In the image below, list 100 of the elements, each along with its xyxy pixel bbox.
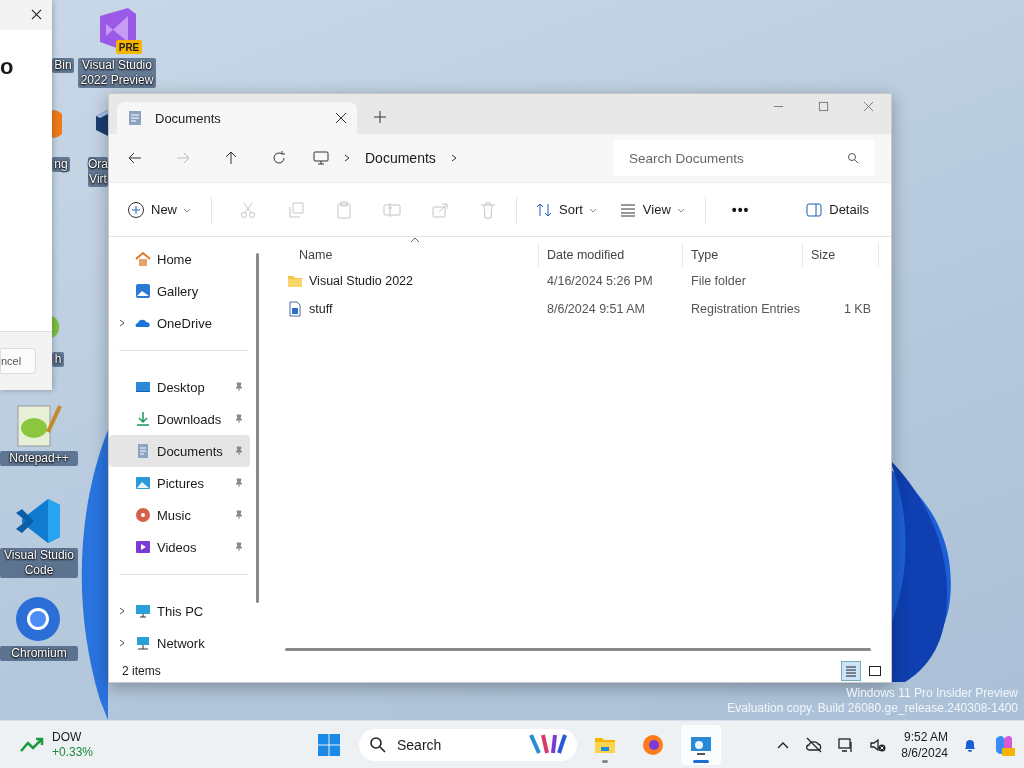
forward-arrow-icon[interactable] [175,150,191,166]
stock-widget[interactable]: DOW +0.33% [14,730,126,760]
music-icon [135,507,151,523]
size-cell: 1 KB [843,302,871,316]
address-bar[interactable]: Documents [309,140,601,176]
clock[interactable]: 9:52 AM 8/6/2024 [901,729,948,761]
speaker-muted-icon[interactable] [869,736,888,754]
downloads-icon [135,411,151,427]
up-arrow-icon[interactable] [223,150,239,166]
desktop-icon-label[interactable]: Chromium [0,646,78,661]
pin-icon[interactable] [234,478,244,488]
remote-desktop-taskbar-button[interactable] [681,725,721,765]
search-icon [847,152,859,164]
panel-icon [805,200,824,219]
tab-label: Documents [155,110,222,126]
fox-globe-icon [641,733,665,757]
scrollbar[interactable] [285,648,871,651]
desktop-icon-label[interactable]: Visual Studio 2022 Preview [78,58,156,88]
refresh-icon[interactable] [271,150,287,166]
desktop-icon-label[interactable]: Notepad++ [0,451,78,466]
search-icon [369,736,387,754]
view-button[interactable]: View [612,194,691,225]
videos-icon [135,539,151,555]
desktop-icon-label[interactable]: Ora Virt [88,157,108,187]
sidebar-item[interactable]: Documents [109,435,250,467]
maximize-icon[interactable] [818,101,829,112]
type-cell-text: Registration Entries [690,302,802,316]
paintbrushes-icon [527,733,567,757]
close-icon[interactable] [335,112,347,124]
sort-caret-icon[interactable] [410,237,420,243]
desktop-icon-label[interactable]: Visual Studio Code [0,548,78,578]
preview-label: PRE [118,42,140,53]
pin-icon[interactable] [234,510,244,520]
file-name: Visual Studio 2022 [309,274,414,288]
file-name: stuff [309,302,333,316]
scrollbar[interactable] [256,253,259,603]
breadcrumb-item[interactable]: Documents [365,150,436,166]
sidebar-item[interactable]: Videos [109,531,250,563]
bell-icon[interactable] [962,737,978,753]
app-icon[interactable] [52,108,62,140]
column-header[interactable]: Name [277,243,539,267]
sort-button[interactable]: Sort [529,194,603,225]
column-header[interactable]: Date modified [539,243,683,267]
start-icon[interactable] [317,733,341,757]
trend-up-icon [20,737,44,753]
browser-circle-icon[interactable] [14,595,62,643]
chevron-icon[interactable] [343,154,351,162]
taskbar-search[interactable]: Search [359,729,577,761]
more-button[interactable]: ••• [725,195,756,224]
search-field[interactable]: Search Documents [613,140,875,176]
notepad-pencil-icon[interactable] [14,402,62,450]
sidebar-item[interactable]: This PC [109,595,250,627]
plus-circle-icon [127,200,145,219]
desktop-icon-label[interactable]: ng [52,157,70,172]
sidebar-item[interactable]: Home [109,243,250,275]
sidebar-item[interactable]: Desktop [109,371,250,403]
close-icon[interactable] [31,9,42,20]
dialog-heading: o [0,54,15,81]
network-icon [135,635,151,651]
documents-icon [135,443,151,459]
evaluation-watermark-text: Evaluation copy. Build 26080.ge_release.240308-1400 [727,701,1018,716]
gallery-icon [135,283,151,299]
code-editor-icon[interactable] [14,497,62,545]
date-cell-text: 8/6/2024 9:51 AM [546,302,646,316]
sidebar-item[interactable]: Pictures [109,467,250,499]
column-header[interactable]: Type [683,243,803,267]
pin-icon[interactable] [234,542,244,552]
file-row[interactable]: Visual Studio 2022 4/16/2024 5:26 PM File folder [277,267,891,295]
desktop-icon-label[interactable]: Bin [52,58,74,73]
list-icon [844,663,858,678]
details-button[interactable]: Details [799,194,875,225]
details-view-button[interactable] [841,660,861,681]
expand-chevron-icon[interactable] [118,319,126,327]
pin-icon[interactable] [234,446,244,456]
plus-icon[interactable] [373,110,387,124]
sidebar-item[interactable]: OneDrive [109,307,250,339]
new-button[interactable]: New [121,194,197,225]
back-arrow-icon[interactable] [127,150,143,166]
sidebar-item[interactable]: Downloads [109,403,250,435]
chevron-icon[interactable] [449,154,458,162]
sidebar-item[interactable]: Music [109,499,250,531]
pin-icon[interactable] [234,414,244,424]
desktop-icon-label[interactable]: h [52,352,64,367]
column-header[interactable]: Size [803,243,879,267]
cloud-off-icon[interactable] [805,736,824,754]
home-icon [135,251,151,267]
expand-chevron-icon[interactable] [118,639,126,647]
item-count: 2 items [122,663,161,678]
pin-icon[interactable] [234,382,244,392]
sidebar-item[interactable]: Gallery [109,275,250,307]
stock-change: +0.33% [52,745,94,760]
document-icon [127,110,143,126]
desktop-icon [135,379,151,395]
file-row[interactable]: stuff 8/6/2024 9:51 AM Registration Entries 1 KB [277,295,891,323]
expand-chevron-icon[interactable] [118,607,126,615]
cancel-button[interactable]: ncel [0,348,36,374]
stock-name: DOW [52,730,83,745]
sidebar-item[interactable]: Network [109,627,250,659]
tab[interactable]: Documents [117,102,357,134]
folder-icon [287,273,303,289]
